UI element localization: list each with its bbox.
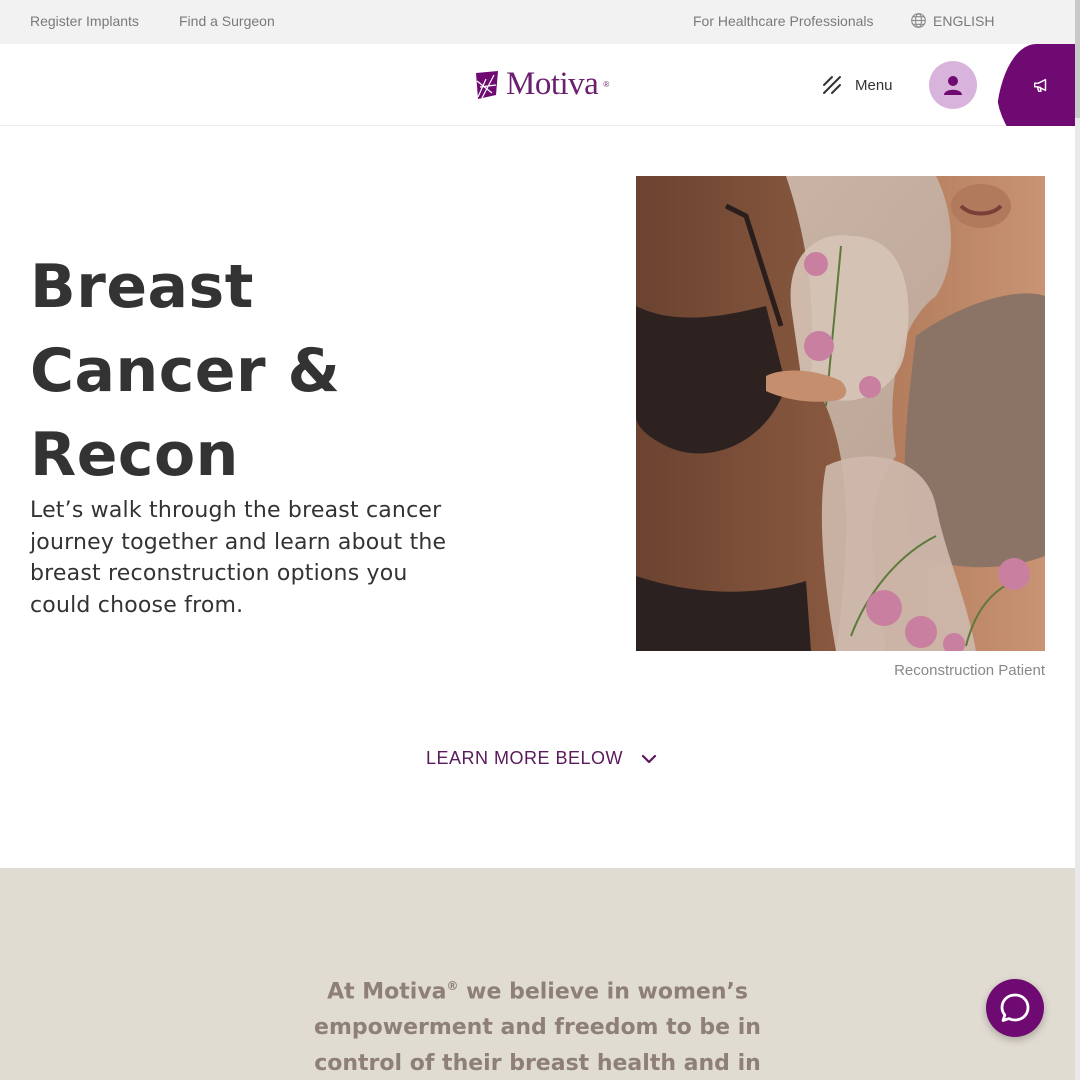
title-line: Cancer & xyxy=(30,336,341,406)
language-selector[interactable]: ENGLISH xyxy=(910,12,994,29)
learn-more-label: LEARN MORE BELOW xyxy=(426,748,624,768)
belief-section: At Motiva® we believe in women’s empower… xyxy=(0,868,1075,1080)
chat-button[interactable] xyxy=(986,979,1044,1037)
scrollbar-thumb[interactable] xyxy=(1075,0,1080,118)
utility-bar: Register Implants Find a Surgeon For Hea… xyxy=(0,0,1075,44)
title-line: Breast xyxy=(30,252,254,322)
motiva-logo[interactable]: Motiva ® xyxy=(472,68,609,101)
site-header: Motiva ® Menu xyxy=(0,44,1075,126)
belief-statement: At Motiva® we believe in women’s empower… xyxy=(300,968,775,1080)
menu-slashes-icon xyxy=(823,76,841,94)
chat-bubble-icon xyxy=(1000,993,1030,1022)
page-title: Breast Cancer & Recon xyxy=(30,245,450,497)
learn-more-button[interactable]: LEARN MORE BELOW xyxy=(426,748,657,769)
register-implants-link[interactable]: Register Implants xyxy=(30,13,139,29)
healthcare-professionals-link[interactable]: For Healthcare Professionals xyxy=(693,13,874,29)
motiva-leaf-icon xyxy=(476,70,498,99)
hero-subtitle: Let’s walk through the breast cancer jou… xyxy=(30,498,447,618)
globe-icon xyxy=(911,13,926,28)
reconstruction-patient-photo xyxy=(636,176,1045,651)
announcements-tab[interactable] xyxy=(996,44,1075,126)
logo-wordmark: Motiva xyxy=(506,66,599,102)
title-line: Recon xyxy=(30,420,239,490)
account-button[interactable] xyxy=(929,61,977,109)
menu-button[interactable]: Menu xyxy=(821,74,893,96)
user-icon xyxy=(944,76,962,95)
find-surgeon-link[interactable]: Find a Surgeon xyxy=(179,13,275,29)
registered-mark: ® xyxy=(446,979,459,993)
belief-prefix: At Motiva xyxy=(327,979,447,1005)
language-label: ENGLISH xyxy=(933,12,995,29)
megaphone-icon xyxy=(1033,78,1046,93)
menu-label: Menu xyxy=(855,76,893,94)
hero-image xyxy=(636,176,1045,651)
chevron-down-icon xyxy=(641,754,657,763)
logo-registered-mark: ® xyxy=(603,80,610,89)
scrollbar[interactable] xyxy=(1075,0,1080,1080)
image-caption: Reconstruction Patient xyxy=(894,662,1045,679)
